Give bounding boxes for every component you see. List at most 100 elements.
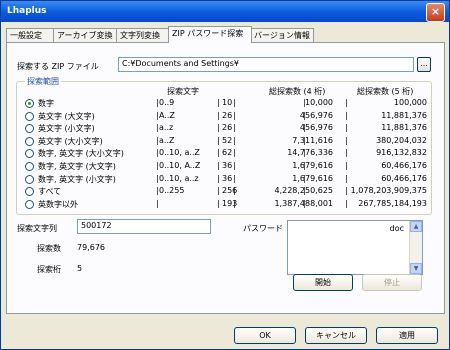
tab-label: バージョン情報 [254,31,310,40]
range-option-label: 英数字以外 [38,199,78,209]
column-separator: | [303,135,306,145]
column-separator: | [156,198,159,208]
range-option-label: 英文字 (大小文字) [38,136,103,146]
range-radio[interactable] [25,111,34,121]
range-option-label: 数字, 英文字 (小文字) [38,174,116,184]
tab-label: 一般設定 [10,31,42,40]
range-count: 26 [222,123,233,133]
scroll-down-icon[interactable]: ▼ [410,263,422,274]
column-separator: | [217,123,220,133]
stop-button[interactable]: 停止 [362,274,422,291]
column-separator: | [217,198,220,208]
range-total4: 1,387,488,001 [274,198,333,208]
range-option-label: 英文字 (小文字) [38,124,95,134]
window-title: Lhaplus [7,6,47,16]
range-radio[interactable] [25,187,34,197]
range-option-row[interactable]: 数字, 英文字 (大文字) 0..10, A..Z 36 1,679,616 60,46… [17,161,431,173]
range-option-label: 数字, 英文字 (大小文字) [38,149,124,159]
start-button[interactable]: 開始 [293,274,353,291]
apply-button[interactable]: 適用 [376,327,438,344]
search-string-field[interactable]: 500172 [77,219,211,234]
column-separator: | [345,186,348,196]
range-chars: 0..10, A..Z [159,161,201,170]
range-total4: 456,976 [299,123,333,133]
search-digits-value: 5 [77,264,83,273]
tab-archive-convert[interactable]: アーカイブ変換 [53,28,118,42]
close-button[interactable]: × [426,3,445,22]
column-separator: | [303,161,306,170]
ok-button[interactable]: OK [234,327,296,344]
column-separator: | [345,148,348,158]
range-total5: 11,881,376 [381,123,427,133]
range-radio[interactable] [25,174,34,184]
tab-general[interactable]: 一般設定 [6,28,55,42]
column-separator: | [233,173,236,183]
title-bar[interactable]: Lhaplus × [1,1,449,22]
tab-version-info[interactable]: バージョン情報 [250,28,314,42]
column-separator: | [156,161,159,170]
range-option-label: 数字 [38,99,54,108]
column-separator: | [233,198,236,208]
column-separator: | [217,148,220,158]
range-chars: 0..255 [159,186,185,196]
range-option-row[interactable]: 数字, 英文字 (大小文字) 0..10, a..Z 62 14,776,336 916… [17,148,431,160]
range-total5: 60,466,176 [381,173,427,183]
range-radio[interactable] [25,199,34,209]
cancel-button[interactable]: キャンセル [305,327,367,344]
browse-button[interactable]: ... [417,57,431,72]
range-count: 62 [222,148,233,158]
tab-label: ZIP パスワード探索 [172,29,244,38]
password-label: パスワード [243,224,283,233]
range-total4: 456,976 [299,110,333,120]
range-option-row[interactable]: 数字, 英文字 (小文字) 0..10, a..z 36 1,679,616 60,46… [17,174,431,186]
range-total5: 100,000 [393,98,427,107]
column-separator: | [156,98,159,107]
search-count-label: 探索数 [37,244,61,253]
scroll-up-icon[interactable]: ▲ [410,221,422,232]
range-option-label: すべて [38,187,62,197]
range-option-row[interactable]: 英数字以外 193 1,387,488,001 267,785,184,193 | | | |… [17,199,431,211]
range-option-row[interactable]: 英文字 (大小文字) a..Z 52 7,311,616 380,204,032 | | | |… [17,136,431,148]
password-text: doc [389,224,404,233]
tab-zip-password-search[interactable]: ZIP パスワード探索 [168,26,252,43]
range-option-label: 数字, 英文字 (大文字) [38,162,116,171]
range-radio[interactable] [25,124,34,134]
range-total4: 4,228,250,625 [274,186,333,196]
range-radio[interactable] [25,99,34,108]
range-option-row[interactable]: 英文字 (小文字) a..z 26 456,976 11,881,376 | | | | | [17,123,431,135]
range-total4: 10,000 [305,98,333,107]
range-radio[interactable] [25,136,34,146]
column-separator: | [233,148,236,158]
column-separator: | [156,123,159,133]
range-option-row[interactable]: すべて 0..255 256 4,228,250,625 1,078,203,909,3… [17,186,431,198]
column-separator: | [233,98,236,107]
password-scrollbar[interactable]: ▲ ▼ [409,221,422,274]
column-separator: | [233,161,236,170]
range-option-row[interactable]: 英文字 (大文字) A..Z 26 456,976 11,881,376 | | | | | [17,111,431,123]
range-total4: 1,679,616 [292,173,333,183]
column-separator: | [233,186,236,196]
range-option-row[interactable]: 数字 0..9 10 10,000 100,000 | | | | | [17,98,431,110]
range-radio[interactable] [25,149,34,159]
range-radio[interactable] [25,162,34,171]
password-textarea[interactable]: doc ▲ ▼ [287,220,423,275]
range-chars: 0..10, a..z [159,173,199,183]
column-separator: | [345,110,348,120]
range-total4: 1,679,616 [292,161,333,170]
column-separator: | [217,98,220,107]
column-separator: | [303,173,306,183]
search-file-input[interactable]: C:¥Documents and Settings¥ [118,57,414,72]
range-chars: 0..9 [159,98,175,107]
range-total4: 14,776,336 [287,148,333,158]
column-separator: | [156,135,159,145]
column-separator: | [345,173,348,183]
search-range-group: 探索範囲 探索文字 総探索数 (4 桁) 総探索数 (5 桁) 数字 0..9 10… [16,76,432,215]
tab-string-convert[interactable]: 文字列変換 [116,28,171,42]
range-total5: 916,132,832 [376,148,427,158]
column-separator: | [217,186,220,196]
column-separator: | [303,98,306,107]
column-separator: | [345,98,348,107]
tab-label: 文字列変換 [120,31,160,40]
zip-password-panel: 探索する ZIP ファイル C:¥Documents and Settings¥… [6,42,445,314]
column-separator: | [345,135,348,145]
